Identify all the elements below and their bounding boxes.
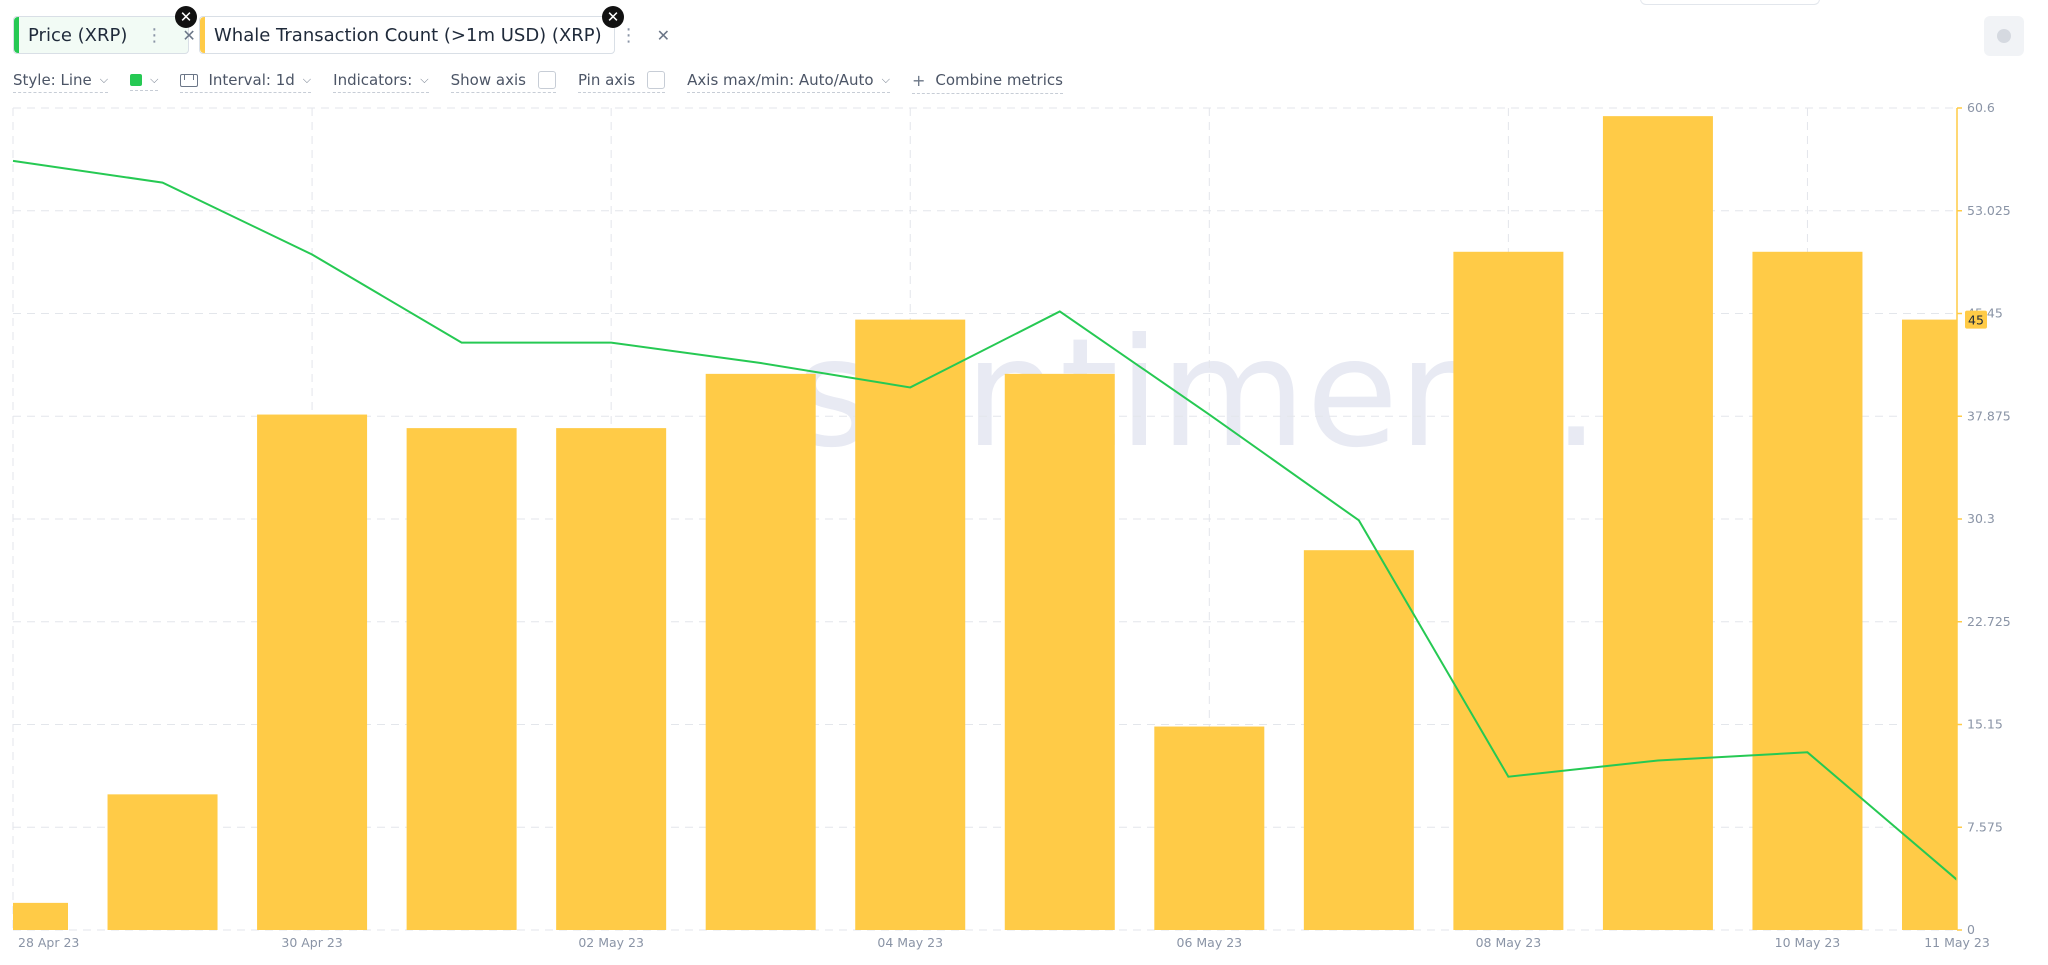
x-axis: 28 Apr 23 30 Apr 23 02 May 23 04 May 23 06 M… <box>18 935 1990 950</box>
badge-text: 45 <box>1968 313 1984 328</box>
show-axis-label: Show axis <box>450 71 526 89</box>
interval-label: Interval: 1d <box>208 71 295 89</box>
chevron-down-icon: ⌵ <box>881 73 890 86</box>
interval-dropdown[interactable]: Interval: 1d ⌵ <box>180 71 312 93</box>
metric-chip-price[interactable]: Price (XRP) ⋮ ✕ <box>13 16 196 54</box>
chevron-down-icon: ⌵ <box>99 73 109 86</box>
bar <box>705 373 816 930</box>
x-circle-icon[interactable]: ✕ <box>602 6 624 28</box>
x-tick-label: 11 May 23 <box>1924 935 1990 950</box>
x-tick-label: 30 Apr 23 <box>281 935 342 950</box>
y-axis-right: 07.57515.1522.72530.337.87545.4553.02560… <box>1956 100 2011 937</box>
y-tick-label: 30.3 <box>1967 511 1995 526</box>
y-tick-label: 22.725 <box>1967 614 2011 629</box>
pin-axis-label: Pin axis <box>577 71 636 89</box>
settings-button[interactable] <box>1984 16 2024 56</box>
x-tick-label: 28 Apr 23 <box>18 935 79 950</box>
vertical-dots-icon[interactable]: ⋮ <box>620 25 638 46</box>
bar <box>855 319 966 930</box>
plus-icon: + <box>911 70 926 90</box>
bar <box>1154 726 1265 930</box>
chart-canvas[interactable]: santiment. 07.57515.1522.72530.337.87545… <box>0 100 2048 965</box>
ruler-icon <box>180 73 199 87</box>
last-value-badge: 45 <box>1965 310 1987 329</box>
circle-icon <box>1997 29 2011 43</box>
bar-series <box>13 116 1957 931</box>
show-axis-checkbox[interactable] <box>537 71 556 89</box>
style-dropdown[interactable]: Style: Line ⌵ <box>13 71 109 93</box>
axis-maxmin-label: Axis max/min: Auto/Auto <box>687 71 874 89</box>
y-tick-label: 15.15 <box>1967 717 2003 732</box>
indicators-label: Indicators: <box>333 71 413 89</box>
color-dropdown[interactable]: ⌵ <box>130 73 159 91</box>
bar <box>406 428 517 930</box>
bar <box>257 414 368 930</box>
bar <box>1453 251 1564 931</box>
bar <box>1602 116 1713 930</box>
x-tick-label: 06 May 23 <box>1177 935 1243 950</box>
combine-metrics-label: Combine metrics <box>935 71 1063 89</box>
bar <box>1752 251 1863 931</box>
pin-axis-toggle[interactable]: Pin axis <box>577 71 666 93</box>
bar <box>1004 373 1115 930</box>
metric-label: Price (XRP) <box>28 24 128 46</box>
bar <box>107 794 218 930</box>
y-tick-label: 60.6 <box>1967 100 1995 115</box>
chevron-down-icon: ⌵ <box>420 73 429 86</box>
chevron-down-icon: ⌵ <box>302 73 312 86</box>
indicators-dropdown[interactable]: Indicators: ⌵ <box>333 71 429 93</box>
axis-maxmin-dropdown[interactable]: Axis max/min: Auto/Auto ⌵ <box>687 71 890 93</box>
color-swatch <box>130 74 143 86</box>
vertical-dots-icon[interactable]: ⋮ <box>145 25 163 46</box>
metric-chip-whale-transactions[interactable]: Whale Transaction Count (>1m USD) (XRP) … <box>199 16 670 54</box>
y-tick-label: 53.025 <box>1967 203 2011 218</box>
x-tick-label: 02 May 23 <box>578 935 644 950</box>
close-icon[interactable]: ✕ <box>657 26 670 45</box>
metric-label: Whale Transaction Count (>1m USD) (XRP) <box>214 24 602 46</box>
bar <box>13 902 68 930</box>
close-icon[interactable]: ✕ <box>182 26 195 45</box>
top-right-control[interactable] <box>1640 0 1820 5</box>
style-label: Style: Line <box>13 71 92 89</box>
x-tick-label: 04 May 23 <box>877 935 943 950</box>
chart-toolbar: Style: Line ⌵ ⌵ Interval: 1d ⌵ Indicator… <box>13 70 1085 94</box>
bar <box>1303 550 1414 930</box>
combine-metrics-button[interactable]: + Combine metrics <box>911 70 1063 94</box>
x-tick-label: 10 May 23 <box>1775 935 1841 950</box>
chevron-down-icon: ⌵ <box>150 73 159 86</box>
x-circle-icon[interactable]: ✕ <box>175 6 197 28</box>
metric-color-accent <box>14 17 19 53</box>
y-tick-label: 7.575 <box>1967 819 2003 834</box>
metric-color-accent <box>200 17 205 53</box>
pin-axis-checkbox[interactable] <box>647 71 666 89</box>
bar <box>556 428 667 930</box>
x-tick-label: 08 May 23 <box>1476 935 1542 950</box>
bar <box>1902 319 1957 930</box>
show-axis-toggle[interactable]: Show axis <box>450 71 556 93</box>
y-tick-label: 37.875 <box>1967 408 2011 423</box>
